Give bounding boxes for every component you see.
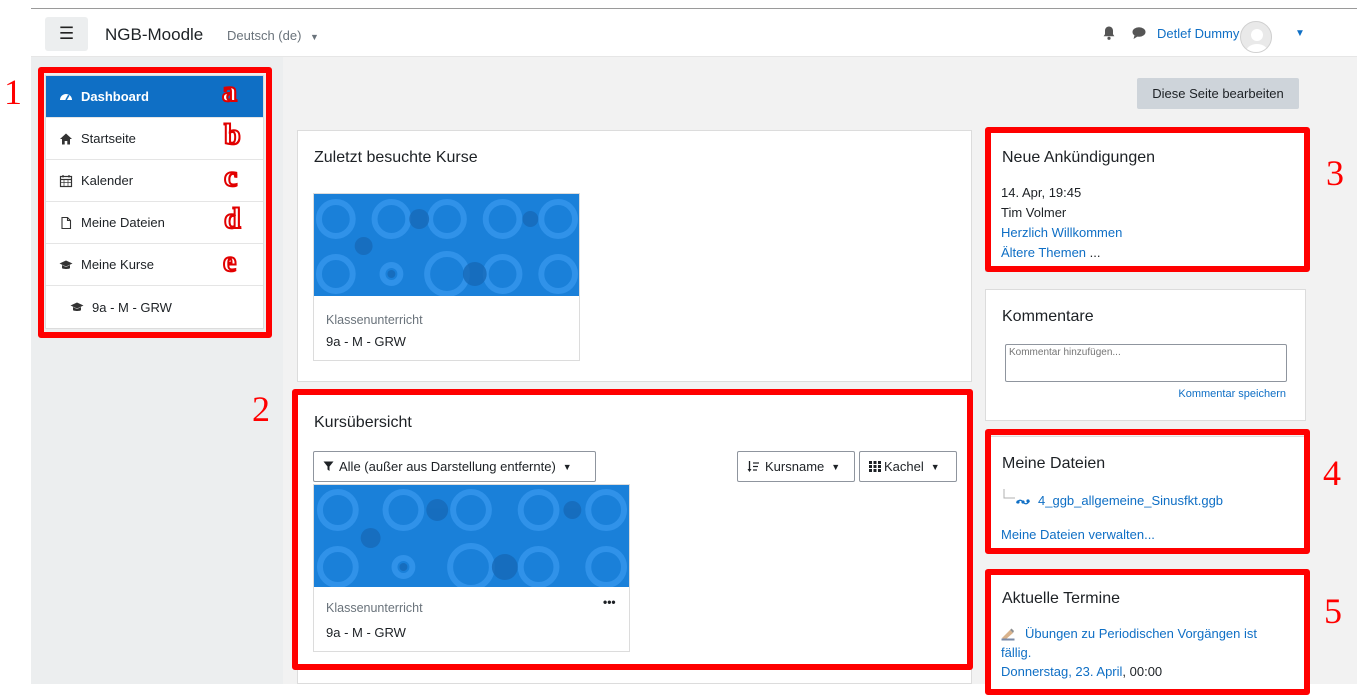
older-topics-link[interactable]: Ältere Themen: [1001, 245, 1086, 260]
top-navbar: ☰ NGB-Moodle Deutsch (de) ▼ Detlef Dummy…: [31, 8, 1357, 57]
language-menu[interactable]: Deutsch (de) ▼: [227, 28, 319, 43]
event-date-link[interactable]: Donnerstag, 23. April: [1001, 664, 1122, 679]
user-avatar-icon: [1246, 29, 1268, 52]
upcoming-events-block: Aktuelle Termine Übungen zu Periodischen…: [985, 570, 1306, 684]
comments-block: Kommentare Kommentar speichern: [985, 289, 1306, 421]
block-title: Neue Ankündigungen: [1002, 149, 1156, 166]
my-files-block: Meine Dateien 4_ggb_allgemeine_Sinusfkt.…: [985, 436, 1306, 550]
course-overview-card: Kursübersicht Alle (außer aus Darstellun…: [297, 394, 972, 684]
event-datetime: Donnerstag, 23. April, 00:00: [1001, 664, 1162, 679]
sidebar-item-label: Meine Kurse: [81, 257, 154, 272]
annotation-number-2: 2: [252, 389, 270, 429]
sidebar-item-label: Startseite: [81, 131, 136, 146]
filter-dropdown[interactable]: Alle (außer aus Darstellung entfernte) ▼: [313, 451, 596, 482]
announcements-block: Neue Ankündigungen 14. Apr, 19:45 Tim Vo…: [985, 130, 1306, 272]
course-category: Klassenunterricht: [326, 313, 423, 327]
course-card[interactable]: Klassenunterricht 9a - M - GRW: [313, 193, 580, 361]
chat-icon[interactable]: [1131, 25, 1147, 41]
site-brand[interactable]: NGB-Moodle: [105, 25, 203, 45]
annotation-letter-a: a: [221, 75, 238, 108]
comment-input[interactable]: [1005, 344, 1287, 382]
sort-icon: [747, 461, 759, 472]
chevron-down-icon: ▼: [930, 461, 940, 472]
user-menu-name[interactable]: Detlef Dummy: [1157, 26, 1239, 41]
sidebar-item-label: Dashboard: [81, 89, 149, 104]
sidebar-item-course-9a[interactable]: 9a - M - GRW: [46, 286, 263, 328]
dashboard-icon: [60, 93, 72, 100]
sidebar-item-label: Meine Dateien: [81, 215, 165, 230]
annotation-letter-d: d: [223, 202, 242, 235]
calendar-icon: [59, 174, 73, 187]
block-title: Kommentare: [1002, 308, 1094, 325]
view-label: Kachel: [884, 459, 924, 474]
block-title: Aktuelle Termine: [1002, 590, 1120, 607]
filter-label: Alle (außer aus Darstellung entfernte): [339, 459, 556, 474]
home-icon: [60, 133, 72, 144]
tree-branch-icon: [1003, 489, 1015, 499]
sidebar-item-label: Kalender: [81, 173, 134, 188]
recent-courses-card: Zuletzt besuchte Kurse Klassenunterricht…: [297, 130, 972, 382]
annotation-letter-b: b: [223, 118, 242, 151]
filter-icon: [323, 461, 334, 471]
annotation-number-1: 1: [4, 72, 22, 112]
course-name[interactable]: 9a - M - GRW: [326, 334, 406, 349]
older-topics-suffix: ...: [1086, 245, 1101, 260]
annotation-letter-c: c: [223, 160, 238, 193]
graduation-cap-icon: [70, 302, 84, 311]
card-title: Kursübersicht: [314, 414, 412, 431]
sort-dropdown[interactable]: Kursname ▼: [737, 451, 855, 482]
event-time: , 00:00: [1122, 664, 1163, 679]
chevron-down-icon: ▼: [310, 32, 319, 42]
event-link-cont[interactable]: fällig.: [1001, 645, 1031, 660]
announcement-link[interactable]: Herzlich Willkommen: [1001, 225, 1122, 240]
chevron-down-icon: ▼: [831, 461, 841, 472]
file-icon: [61, 216, 72, 229]
view-dropdown[interactable]: Kachel ▼: [859, 451, 957, 482]
annotation-number-4: 4: [1323, 453, 1341, 493]
course-card[interactable]: Klassenunterricht 9a - M - GRW •••: [313, 484, 630, 652]
sort-label: Kursname: [765, 459, 825, 474]
avatar[interactable]: [1240, 21, 1272, 53]
chevron-down-icon: ▼: [562, 461, 572, 472]
assignment-icon: [1001, 628, 1015, 641]
course-menu-button[interactable]: •••: [603, 595, 616, 609]
geogebra-file-icon: [1016, 499, 1030, 505]
edit-page-button[interactable]: Diese Seite bearbeiten: [1137, 78, 1299, 109]
sidebar-item-label: 9a - M - GRW: [92, 299, 172, 315]
annotation-letter-e: e: [222, 245, 237, 278]
course-image: [314, 485, 629, 587]
announcement-author: Tim Volmer: [1001, 205, 1067, 220]
announcement-date: 14. Apr, 19:45: [1001, 185, 1082, 200]
course-image: [314, 194, 579, 296]
annotation-number-3: 3: [1326, 153, 1344, 193]
course-category: Klassenunterricht: [326, 601, 423, 615]
course-name[interactable]: 9a - M - GRW: [326, 625, 406, 640]
grid-icon: [869, 461, 881, 472]
file-link[interactable]: 4_ggb_allgemeine_Sinusfkt.ggb: [1038, 493, 1223, 508]
menu-toggle-button[interactable]: ☰: [45, 17, 88, 51]
graduation-cap-icon: [59, 260, 73, 269]
manage-files-link[interactable]: Meine Dateien verwalten...: [1001, 527, 1155, 542]
bell-icon[interactable]: [1101, 25, 1117, 41]
language-label: Deutsch (de): [227, 28, 302, 43]
chevron-down-icon[interactable]: ▼: [1295, 28, 1305, 39]
block-title: Meine Dateien: [1002, 455, 1106, 472]
event-link[interactable]: Übungen zu Periodischen Vorgängen ist: [1025, 626, 1257, 641]
save-comment-link[interactable]: Kommentar speichern: [1178, 388, 1286, 400]
card-title: Zuletzt besuchte Kurse: [314, 149, 478, 166]
hamburger-icon: ☰: [58, 24, 75, 43]
older-topics-line: Ältere Themen ...: [1001, 245, 1100, 260]
annotation-number-5: 5: [1324, 591, 1342, 631]
